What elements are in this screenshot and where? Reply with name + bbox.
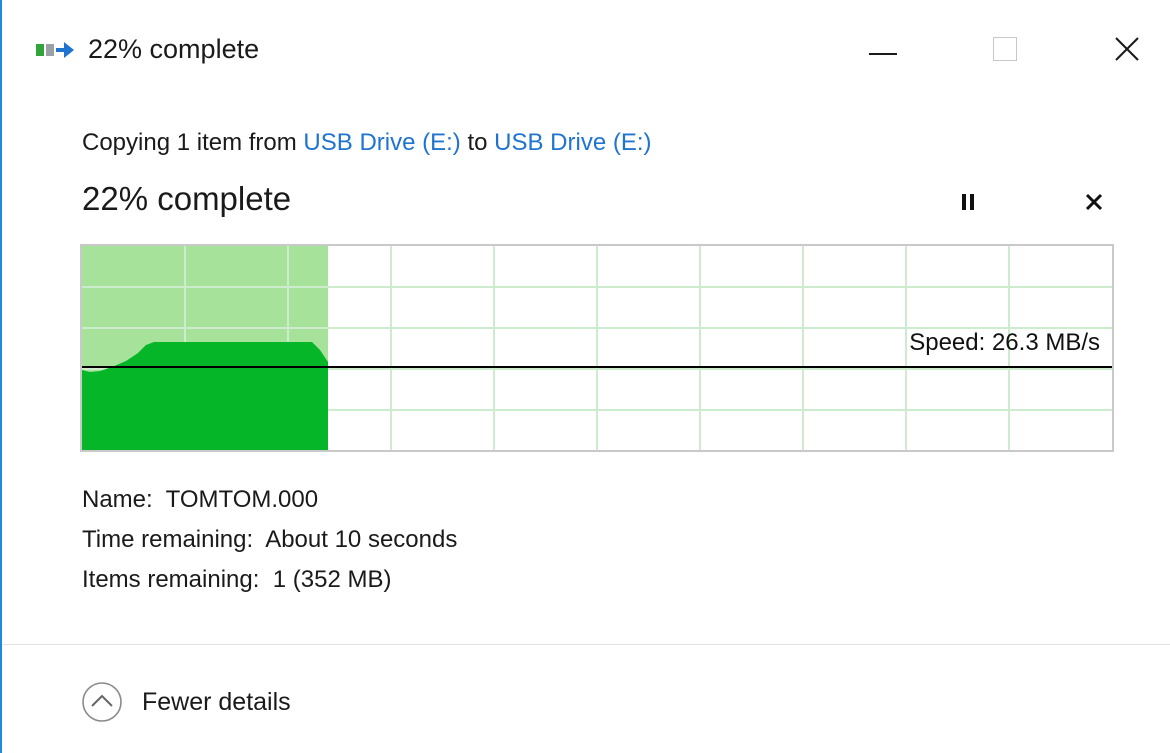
detail-items-remaining: Items remaining: 1 (352 MB): [82, 560, 457, 600]
window-title: 22% complete: [88, 34, 260, 64]
pause-button[interactable]: [946, 182, 990, 222]
destination-location-link[interactable]: USB Drive (E:): [494, 129, 651, 156]
copy-prefix: Copying 1 item from: [82, 129, 297, 156]
footer-divider: [2, 644, 1170, 645]
time-remaining-value: About 10 seconds: [265, 526, 458, 553]
maximize-button[interactable]: [970, 20, 1040, 78]
detail-time-remaining: Time remaining: About 10 seconds: [82, 520, 457, 560]
cancel-button[interactable]: [1072, 182, 1116, 222]
copy-middle: to: [467, 129, 488, 156]
fewer-details-toggle[interactable]: Fewer details: [80, 680, 291, 724]
copy-progress-window: 22% complete Copying 1 item from USB Dri…: [0, 0, 1170, 753]
items-remaining-value: 1 (352 MB): [272, 566, 392, 593]
title-bar[interactable]: 22% complete: [2, 0, 1170, 100]
speed-graph: Speed: 26.3 MB/s: [80, 244, 1114, 452]
items-remaining-label: Items remaining:: [82, 566, 260, 593]
minimize-button[interactable]: [848, 20, 918, 78]
close-icon: [1115, 37, 1139, 61]
source-location-link[interactable]: USB Drive (E:): [303, 129, 460, 156]
copy-description: Copying 1 item from USB Drive (E:) to US…: [82, 125, 652, 161]
name-label: Name:: [82, 486, 153, 513]
fewer-details-label: Fewer details: [142, 687, 291, 716]
pause-icon: [960, 194, 976, 210]
file-copy-icon: [36, 42, 74, 58]
speed-label: Speed: 26.3 MB/s: [909, 329, 1100, 356]
copy-details: Name: TOMTOM.000 Time remaining: About 1…: [82, 480, 457, 600]
cancel-icon: [1085, 193, 1103, 211]
chevron-up-circle-icon: [82, 682, 122, 722]
name-value: TOMTOM.000: [165, 486, 319, 513]
time-remaining-label: Time remaining:: [82, 526, 254, 553]
close-button[interactable]: [1092, 20, 1162, 78]
progress-heading: 22% complete: [82, 180, 292, 217]
minimize-icon: [869, 53, 897, 55]
detail-name: Name: TOMTOM.000: [82, 480, 457, 520]
maximize-icon: [993, 37, 1017, 61]
